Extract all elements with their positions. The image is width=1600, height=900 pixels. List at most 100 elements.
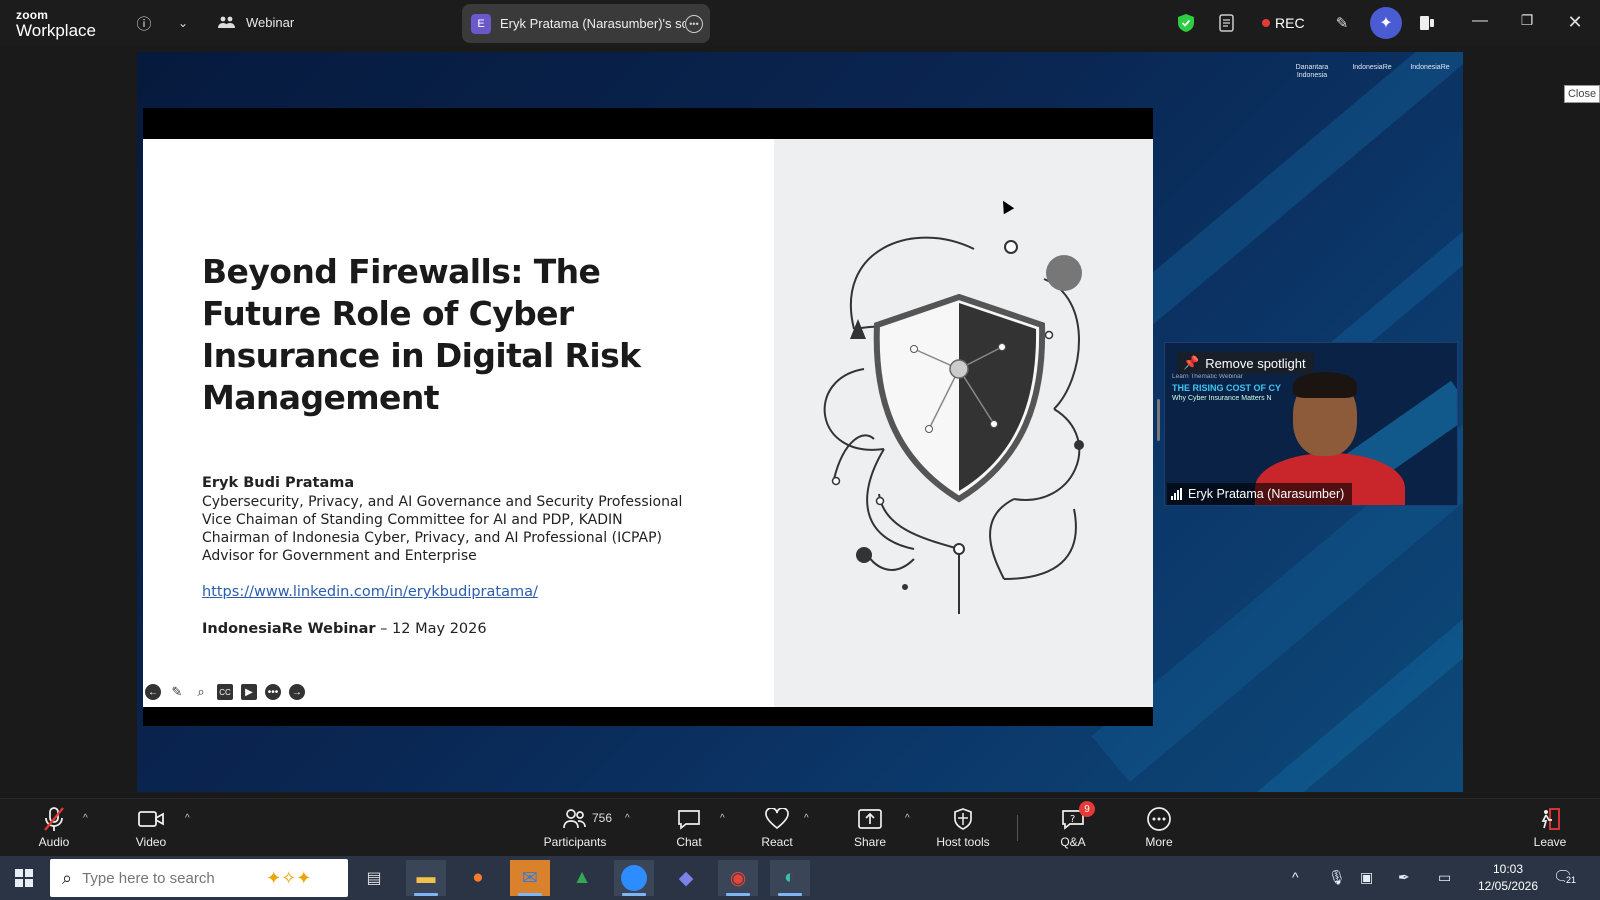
chevron-down-icon[interactable]: ⌄ [172, 12, 194, 34]
windows-taskbar: ⌕ ✦✧✦ ▤ ▬ ● ✉ ▲ ◆ ◉ ◐ ^ 🎙 ▣ ✒ ▭ 10:03 12… [0, 856, 1600, 900]
meeting-stage: Danantara Indonesia IndonesiaRe Indonesi… [0, 46, 1600, 798]
minimize-icon[interactable]: — [1468, 12, 1492, 30]
sponsor-logo-indonesiare-2: IndonesiaRe [1410, 64, 1450, 71]
zoom-app-icon[interactable] [614, 860, 654, 896]
display-tray-icon[interactable]: ▭ [1438, 869, 1451, 886]
captions-icon[interactable]: CC [217, 684, 233, 700]
title-bar: zoom Workplace ⓘ ⌄ Webinar E Eryk Pratam… [0, 0, 1600, 46]
google-drive-icon[interactable]: ▲ [562, 860, 602, 896]
event-line: IndonesiaRe Webinar – 12 May 2026 [202, 621, 487, 637]
chat-button[interactable]: Chat [644, 805, 734, 849]
notification-count: 21 [1565, 875, 1578, 885]
author-role: Advisor for Government and Enterprise [202, 548, 477, 564]
microphone-tray-icon[interactable]: 🎙 [1328, 869, 1346, 886]
sponsor-logo-danantara: Danantara Indonesia [1295, 64, 1329, 79]
chat-options-caret-icon[interactable]: ^ [720, 813, 725, 824]
chat-bubble-icon [677, 805, 701, 833]
task-view-icon[interactable]: ▤ [354, 860, 394, 896]
webinar-label: Webinar [246, 15, 295, 30]
tray-overflow-chevron-icon[interactable]: ^ [1292, 869, 1299, 885]
meeting-toolbar: Audio ^ Video ^ Participants 756 ^ Chat … [0, 798, 1600, 856]
more-options-icon[interactable]: ••• [685, 14, 703, 33]
search-highlight-icon: ✦✧✦ [266, 867, 312, 888]
taskbar-clock[interactable]: 10:03 12/05/2026 [1468, 861, 1548, 895]
sponsor-logo-indonesiare: IndonesiaRe [1352, 64, 1392, 71]
screen-share-tab[interactable]: E Eryk Pratama (Narasumber)'s scre ••• [462, 4, 710, 43]
host-tools-button[interactable]: Host tools [918, 805, 1008, 849]
remove-spotlight-button[interactable]: 📌 Remove spotlight [1177, 352, 1314, 374]
participants-options-caret-icon[interactable]: ^ [625, 813, 630, 824]
share-avatar-badge: E [471, 13, 491, 34]
react-options-caret-icon[interactable]: ^ [804, 813, 809, 824]
leave-exit-icon [1538, 805, 1562, 833]
participants-icon [563, 805, 587, 833]
encryption-shield-icon[interactable] [1175, 12, 1197, 34]
microphone-muted-icon [42, 805, 66, 833]
teams-icon[interactable]: ◆ [666, 860, 706, 896]
restore-icon[interactable]: ❐ [1515, 12, 1539, 29]
heart-icon [764, 805, 790, 833]
linkedin-link[interactable]: https://www.linkedin.com/in/erykbudiprat… [202, 584, 538, 600]
info-icon[interactable]: ⓘ [133, 12, 155, 34]
notification-center-icon[interactable]: 🗨 21 [1553, 867, 1578, 887]
video-camera-icon [137, 805, 165, 833]
shield-network-illustration [823, 236, 1084, 614]
taskbar-search-input[interactable] [82, 869, 263, 887]
participant-name-label: Eryk Pratama (Narasumber) [1167, 483, 1353, 505]
share-screen-icon [857, 805, 883, 833]
pin-icon: 📌 [1183, 355, 1200, 370]
shield-icon [953, 805, 973, 833]
close-tooltip[interactable]: Close [1564, 85, 1600, 103]
qa-button[interactable]: ? 9 Q&A [1028, 801, 1118, 849]
spotlight-video-tile[interactable]: Learn Thematic Webinar THE RISING COST O… [1164, 342, 1458, 506]
toolbar-divider [1017, 815, 1018, 841]
qa-icon: ? 9 [1061, 801, 1095, 833]
audio-button[interactable]: Audio [9, 805, 99, 849]
video-options-caret-icon[interactable]: ^ [185, 813, 190, 824]
author-role: Cybersecurity, Privacy, and AI Governanc… [202, 494, 683, 510]
video-banner-title: THE RISING COST OF CY [1172, 383, 1282, 393]
audio-options-caret-icon[interactable]: ^ [83, 813, 88, 824]
share-tab-label: Eryk Pratama (Narasumber)'s scre [500, 16, 685, 31]
screen-capture-tray-icon[interactable]: ▣ [1360, 869, 1373, 886]
close-window-icon[interactable]: ✕ [1563, 12, 1587, 33]
slide-title: Beyond Firewalls: The Future Role of Cyb… [202, 252, 641, 417]
participant-count: 756 [592, 811, 613, 825]
captions-summary-icon[interactable] [1216, 12, 1238, 34]
slide-author-block: Eryk Budi Pratama Cybersecurity, Privacy… [202, 475, 762, 565]
video-button[interactable]: Video [106, 805, 196, 849]
leave-button[interactable]: Leave [1505, 805, 1595, 849]
outlook-icon[interactable]: ✉ [510, 860, 550, 896]
slide-controls: ← ✎ ⌕ CC ▶ ••• → [145, 684, 305, 700]
edge-icon[interactable]: ◐ [770, 860, 810, 896]
zoom-magnifier-icon[interactable]: ⌕ [193, 684, 209, 700]
pen-icon[interactable]: ✎ [169, 684, 185, 700]
chrome-icon[interactable]: ◉ [718, 860, 758, 896]
ai-companion-icon[interactable]: ✦ [1370, 7, 1402, 39]
more-ellipsis-icon [1146, 805, 1172, 833]
more-slide-options-icon[interactable]: ••• [265, 684, 281, 700]
windows-start-icon[interactable] [15, 869, 33, 887]
pen-tray-icon[interactable]: ✒ [1398, 869, 1410, 886]
more-button[interactable]: More [1114, 805, 1204, 849]
search-icon: ⌕ [62, 867, 73, 888]
file-explorer-icon[interactable]: ▬ [406, 860, 446, 896]
react-button[interactable]: React [732, 805, 822, 849]
firefox-icon[interactable]: ● [458, 860, 498, 896]
next-slide-icon[interactable]: → [289, 684, 305, 700]
qa-count-badge: 9 [1079, 801, 1095, 817]
connection-signal-icon [1171, 488, 1182, 500]
camera-icon[interactable]: ▶ [241, 684, 257, 700]
presentation-slide: Beyond Firewalls: The Future Role of Cyb… [143, 139, 1153, 707]
side-panel-icon[interactable] [1416, 12, 1438, 34]
previous-slide-icon[interactable]: ← [145, 684, 161, 700]
share-button[interactable]: Share [825, 805, 915, 849]
author-role: Chairman of Indonesia Cyber, Privacy, an… [202, 530, 662, 546]
recording-indicator[interactable]: REC [1262, 15, 1305, 31]
svg-text:?: ? [1070, 814, 1075, 825]
taskbar-search[interactable]: ⌕ ✦✧✦ [50, 859, 348, 897]
author-role: Vice Chaiman of Standing Committee for A… [202, 512, 623, 528]
share-options-caret-icon[interactable]: ^ [905, 813, 910, 824]
panel-resize-handle[interactable] [1157, 399, 1160, 441]
annotate-pencil-icon[interactable]: ✎ [1331, 12, 1353, 34]
